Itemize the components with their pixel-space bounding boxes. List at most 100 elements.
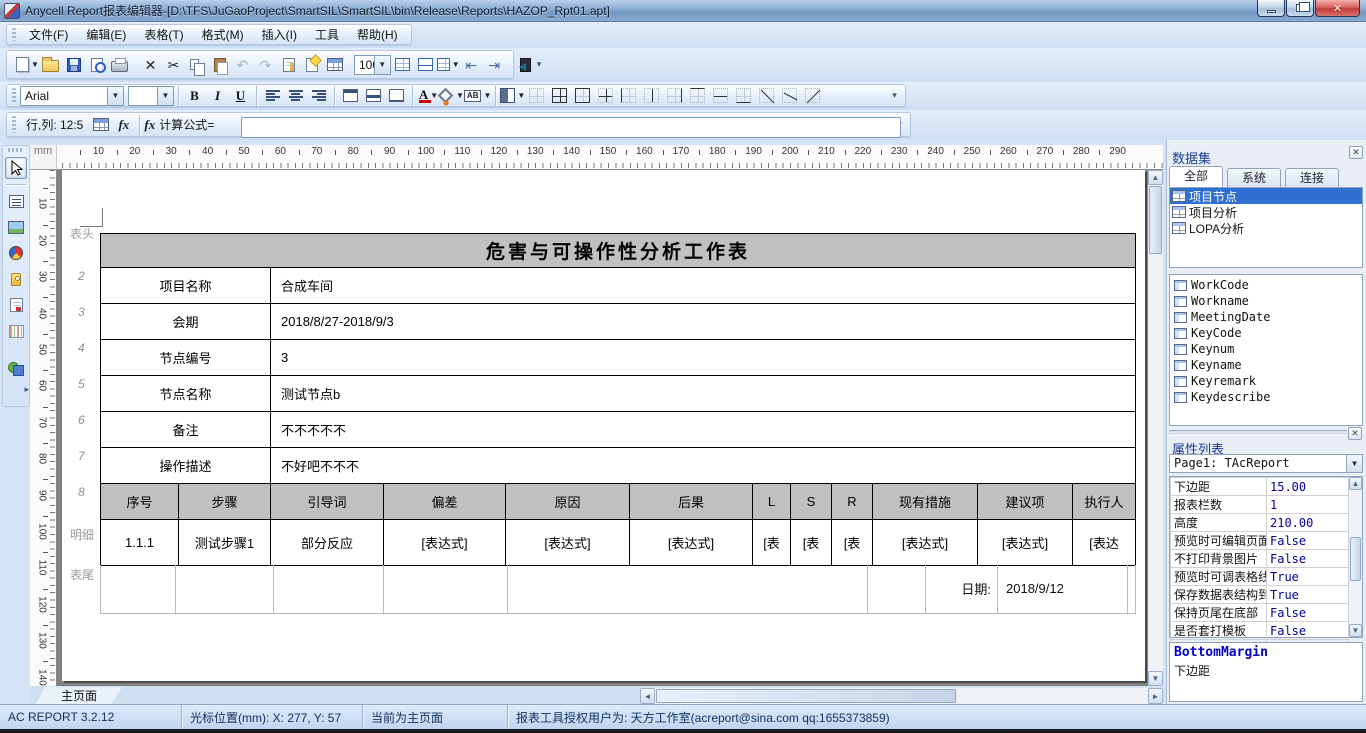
row-number[interactable]: 3 [78,305,85,319]
menu-item[interactable]: 格式(M) [193,23,253,46]
row-number[interactable]: 6 [78,413,85,427]
open-button[interactable] [39,53,62,76]
report-page[interactable]: 表头 2 3 4 5 6 7 8 明细 表尾 危害与可操作性分析工作表 项目名称… [62,170,1145,681]
report-script-button[interactable] [277,53,300,76]
h-scroll-thumb[interactable] [656,689,956,703]
report-title-cell[interactable]: 危害与可操作性分析工作表 [101,234,1136,268]
grid-header-cell[interactable]: 执行人 [1073,484,1136,520]
grid-header-cell[interactable]: 原因 [506,484,630,520]
grid-data-cell[interactable]: [表达式] [506,520,630,566]
dataset-item[interactable]: 项目节点 [1170,188,1362,204]
select-cursor-tool[interactable] [5,157,27,179]
richtext-tool[interactable] [5,294,27,316]
font-size-combobox[interactable]: ▼ [128,86,174,106]
show-grid-button[interactable] [391,53,414,76]
document-viewport[interactable]: 表头 2 3 4 5 6 7 8 明细 表尾 危害与可操作性分析工作表 项目名称… [57,170,1163,686]
redo-button[interactable]: ↷ [254,53,277,76]
grid-data-cell[interactable]: [表 [791,520,832,566]
grid-header-cell[interactable]: 偏差 [384,484,506,520]
border-diagonal-down-half-button[interactable] [778,84,801,107]
grid-data-cell[interactable]: [表 [832,520,873,566]
image-tool[interactable] [5,216,27,238]
footer-cell[interactable] [274,565,384,613]
valign-bottom-button[interactable] [385,84,408,107]
dataset-field-item[interactable]: Keyremark [1170,373,1362,389]
align-center-button[interactable] [284,84,307,107]
valign-middle-button[interactable] [362,84,385,107]
grid-data-cell[interactable]: [表达式] [873,520,978,566]
fill-color-button[interactable]: ▼ [440,84,464,107]
border-center-vertical-button[interactable] [640,84,663,107]
info-label-cell[interactable]: 会期 [101,304,271,340]
grid-header-cell[interactable]: R [832,484,873,520]
copy-button[interactable] [185,53,208,76]
menu-item[interactable]: 帮助(H) [348,23,407,46]
align-right-button[interactable] [307,84,330,107]
border-bottom-button[interactable] [732,84,755,107]
border-none-button[interactable] [525,84,548,107]
property-object-dropdown-button[interactable]: ▼ [1346,455,1362,472]
zoom-dropdown-button[interactable]: ▼ [374,56,390,74]
toolbar-overflow-button[interactable]: ▾ [537,53,542,76]
dataset-field-item[interactable]: MeetingDate [1170,309,1362,325]
info-value-cell[interactable]: 合成车间 [271,268,1136,304]
grid-data-cell[interactable]: [表达式] [384,520,506,566]
border-style-combobox-button[interactable]: ▼ [500,84,525,107]
grid-header-cell[interactable]: 现有措施 [873,484,978,520]
dataset-field-item[interactable]: WorkCode [1170,277,1362,293]
font-name-combobox[interactable]: Arial ▼ [20,86,124,106]
dataset-field-item[interactable]: Workname [1170,293,1362,309]
report-properties-button[interactable] [300,53,323,76]
info-value-cell[interactable]: 不好吧不不不 [271,448,1136,484]
property-name-cell[interactable]: 预览时可调表格线 [1171,568,1267,586]
dataset-field-item[interactable]: Keynum [1170,341,1362,357]
collapsed-row-stub[interactable] [80,208,103,227]
info-value-cell[interactable]: 不不不不不 [271,412,1136,448]
underline-button[interactable]: U [229,84,252,107]
undo-button[interactable]: ↶ [231,53,254,76]
footer-cell[interactable] [101,565,176,613]
grid-data-cell[interactable]: [表达 [1073,520,1136,566]
datasets-panel-close-button[interactable]: ✕ [1349,146,1363,159]
dataset-tab-all[interactable]: 全部 [1169,166,1223,187]
property-name-cell[interactable]: 预览时可编辑页面 [1171,532,1267,550]
field-list-close-button[interactable]: ✕ [1348,427,1362,440]
grid-header-cell[interactable]: 建议项 [978,484,1073,520]
dataset-field-item[interactable]: Keydescribe [1170,389,1362,405]
panel-splitter[interactable] [1169,430,1347,436]
page-tab[interactable]: 主页面 [36,687,122,704]
font-size-dropdown-button[interactable]: ▼ [157,87,173,105]
property-object-combobox[interactable]: Page1: TAcReport ▼ [1169,454,1363,473]
insert-column-right-button[interactable]: ⇥ [483,53,506,76]
label-tool[interactable] [5,268,27,290]
info-label-cell[interactable]: 操作描述 [101,448,271,484]
property-value-cell[interactable]: False [1267,532,1349,550]
property-name-cell[interactable]: 是否套打模板 [1171,622,1267,640]
property-value-cell[interactable]: False [1267,550,1349,568]
menu-item[interactable]: 文件(F) [20,23,77,46]
info-value-cell[interactable]: 测试节点b [271,376,1136,412]
border-top-button[interactable] [686,84,709,107]
bold-button[interactable]: B [183,84,206,107]
grid-data-cell[interactable]: [表达式] [630,520,753,566]
footer-cell[interactable] [384,565,508,613]
split-cells-button[interactable]: ▼ [437,53,460,76]
cell-formula-button[interactable]: fx [112,113,135,136]
property-name-cell[interactable]: 下边距 [1171,478,1267,496]
toolbox-grip[interactable] [8,148,24,152]
info-label-cell[interactable]: 节点名称 [101,376,271,412]
print-button[interactable] [108,53,131,76]
close-button[interactable]: ✕ [1315,0,1360,17]
align-left-button[interactable] [261,84,284,107]
zoom-combobox[interactable]: 100% ▼ [354,55,391,75]
shape-tool[interactable] [5,358,27,380]
grid-header-cell[interactable]: S [791,484,832,520]
footer-date-label-cell[interactable]: 日期: [926,565,998,613]
grid-data-cell[interactable]: [表达式] [978,520,1073,566]
font-color-button[interactable]: A▼ [417,84,440,107]
scroll-down-button[interactable]: ▼ [1349,624,1362,637]
border-right-button[interactable] [663,84,686,107]
border-diagonal-up-button[interactable] [801,84,824,107]
new-button[interactable]: ▼ [16,53,39,76]
h-scrollbar[interactable]: ◄ ► [640,688,1163,704]
